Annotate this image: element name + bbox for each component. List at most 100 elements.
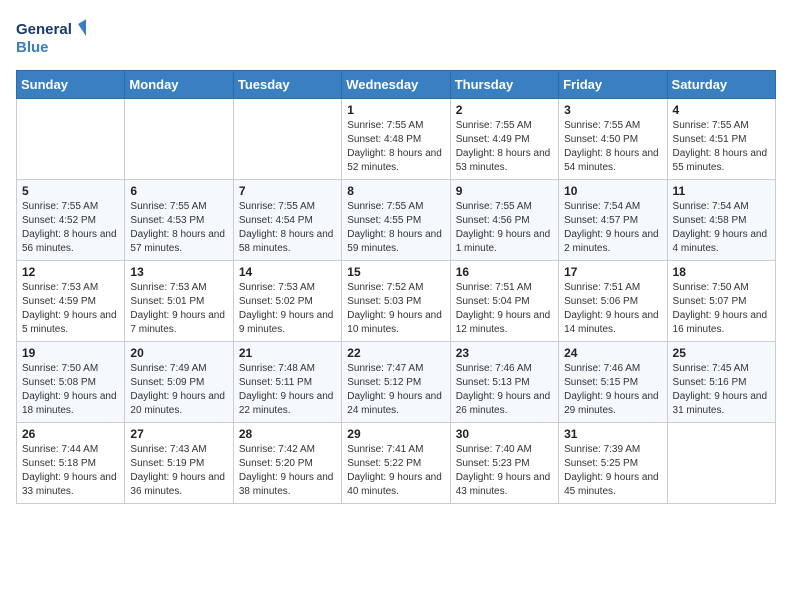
day-number: 27 bbox=[130, 427, 227, 441]
day-number: 9 bbox=[456, 184, 553, 198]
calendar-cell: 23 Sunrise: 7:46 AM Sunset: 5:13 PM Dayli… bbox=[450, 342, 558, 423]
day-info: Sunrise: 7:39 AM Sunset: 5:25 PM Dayligh… bbox=[564, 443, 661, 499]
day-info: Sunrise: 7:55 AM Sunset: 4:54 PM Dayligh… bbox=[239, 200, 336, 256]
day-of-week-header: Monday bbox=[125, 71, 233, 99]
day-number: 16 bbox=[456, 265, 553, 279]
day-number: 23 bbox=[456, 346, 553, 360]
page-header: General Blue bbox=[16, 16, 776, 60]
day-number: 12 bbox=[22, 265, 119, 279]
logo-svg: General Blue bbox=[16, 16, 86, 60]
day-number: 1 bbox=[347, 103, 444, 117]
calendar-cell: 27Sunrise: 7:43 AM Sunset: 5:19 PM Dayli… bbox=[125, 423, 233, 504]
day-number: 6 bbox=[130, 184, 227, 198]
calendar-cell: 20 Sunrise: 7:49 AM Sunset: 5:09 PM Dayli… bbox=[125, 342, 233, 423]
calendar-cell: 18 Sunrise: 7:50 AM Sunset: 5:07 PM Dayli… bbox=[667, 261, 775, 342]
calendar-cell: 28 Sunrise: 7:42 AM Sunset: 5:20 PM Dayli… bbox=[233, 423, 341, 504]
day-info: Sunrise: 7:50 AM Sunset: 5:08 PM Dayligh… bbox=[22, 362, 119, 418]
calendar-cell: 15 Sunrise: 7:52 AM Sunset: 5:03 PM Dayli… bbox=[342, 261, 450, 342]
svg-text:General: General bbox=[16, 21, 72, 38]
day-info: Sunrise: 7:50 AM Sunset: 5:07 PM Dayligh… bbox=[673, 281, 770, 337]
calendar-cell: 3Sunrise: 7:55 AM Sunset: 4:50 PM Daylig… bbox=[559, 99, 667, 180]
calendar-week-row: 12 Sunrise: 7:53 AM Sunset: 4:59 PM Dayli… bbox=[17, 261, 776, 342]
calendar-cell: 14 Sunrise: 7:53 AM Sunset: 5:02 PM Dayli… bbox=[233, 261, 341, 342]
day-number: 30 bbox=[456, 427, 553, 441]
calendar-cell: 12 Sunrise: 7:53 AM Sunset: 4:59 PM Dayli… bbox=[17, 261, 125, 342]
calendar-cell: 1 Sunrise: 7:55 AM Sunset: 4:48 PM Daylig… bbox=[342, 99, 450, 180]
calendar-cell: 4 Sunrise: 7:55 AM Sunset: 4:51 PM Daylig… bbox=[667, 99, 775, 180]
day-info: Sunrise: 7:45 AM Sunset: 5:16 PM Dayligh… bbox=[673, 362, 770, 418]
day-info: Sunrise: 7:55 AM Sunset: 4:51 PM Dayligh… bbox=[673, 119, 770, 175]
calendar-cell: 8 Sunrise: 7:55 AM Sunset: 4:55 PM Daylig… bbox=[342, 180, 450, 261]
calendar-cell: 2Sunrise: 7:55 AM Sunset: 4:49 PM Daylig… bbox=[450, 99, 558, 180]
day-info: Sunrise: 7:55 AM Sunset: 4:55 PM Dayligh… bbox=[347, 200, 444, 256]
day-number: 8 bbox=[347, 184, 444, 198]
day-info: Sunrise: 7:46 AM Sunset: 5:13 PM Dayligh… bbox=[456, 362, 553, 418]
day-info: Sunrise: 7:55 AM Sunset: 4:53 PM Dayligh… bbox=[130, 200, 227, 256]
calendar-cell: 9Sunrise: 7:55 AM Sunset: 4:56 PM Daylig… bbox=[450, 180, 558, 261]
calendar-cell bbox=[125, 99, 233, 180]
day-info: Sunrise: 7:55 AM Sunset: 4:52 PM Dayligh… bbox=[22, 200, 119, 256]
calendar-cell: 26 Sunrise: 7:44 AM Sunset: 5:18 PM Dayli… bbox=[17, 423, 125, 504]
calendar-week-row: 19Sunrise: 7:50 AM Sunset: 5:08 PM Dayli… bbox=[17, 342, 776, 423]
day-of-week-header: Saturday bbox=[667, 71, 775, 99]
day-info: Sunrise: 7:44 AM Sunset: 5:18 PM Dayligh… bbox=[22, 443, 119, 499]
day-number: 7 bbox=[239, 184, 336, 198]
calendar-cell: 21Sunrise: 7:48 AM Sunset: 5:11 PM Dayli… bbox=[233, 342, 341, 423]
day-info: Sunrise: 7:55 AM Sunset: 4:48 PM Dayligh… bbox=[347, 119, 444, 175]
day-number: 4 bbox=[673, 103, 770, 117]
day-number: 20 bbox=[130, 346, 227, 360]
day-number: 13 bbox=[130, 265, 227, 279]
calendar-table: SundayMondayTuesdayWednesdayThursdayFrid… bbox=[16, 70, 776, 504]
calendar-week-row: 26 Sunrise: 7:44 AM Sunset: 5:18 PM Dayli… bbox=[17, 423, 776, 504]
logo: General Blue bbox=[16, 16, 86, 60]
day-number: 24 bbox=[564, 346, 661, 360]
calendar-header-row: SundayMondayTuesdayWednesdayThursdayFrid… bbox=[17, 71, 776, 99]
calendar-cell: 16 Sunrise: 7:51 AM Sunset: 5:04 PM Dayli… bbox=[450, 261, 558, 342]
day-number: 5 bbox=[22, 184, 119, 198]
calendar-cell: 6 Sunrise: 7:55 AM Sunset: 4:53 PM Daylig… bbox=[125, 180, 233, 261]
calendar-cell: 10Sunrise: 7:54 AM Sunset: 4:57 PM Dayli… bbox=[559, 180, 667, 261]
calendar-cell: 29 Sunrise: 7:41 AM Sunset: 5:22 PM Dayli… bbox=[342, 423, 450, 504]
day-info: Sunrise: 7:42 AM Sunset: 5:20 PM Dayligh… bbox=[239, 443, 336, 499]
day-info: Sunrise: 7:49 AM Sunset: 5:09 PM Dayligh… bbox=[130, 362, 227, 418]
day-info: Sunrise: 7:52 AM Sunset: 5:03 PM Dayligh… bbox=[347, 281, 444, 337]
day-info: Sunrise: 7:53 AM Sunset: 5:02 PM Dayligh… bbox=[239, 281, 336, 337]
day-number: 10 bbox=[564, 184, 661, 198]
calendar-week-row: 1 Sunrise: 7:55 AM Sunset: 4:48 PM Daylig… bbox=[17, 99, 776, 180]
day-info: Sunrise: 7:46 AM Sunset: 5:15 PM Dayligh… bbox=[564, 362, 661, 418]
day-of-week-header: Tuesday bbox=[233, 71, 341, 99]
day-of-week-header: Wednesday bbox=[342, 71, 450, 99]
calendar-cell: 7 Sunrise: 7:55 AM Sunset: 4:54 PM Daylig… bbox=[233, 180, 341, 261]
day-of-week-header: Friday bbox=[559, 71, 667, 99]
day-info: Sunrise: 7:40 AM Sunset: 5:23 PM Dayligh… bbox=[456, 443, 553, 499]
day-info: Sunrise: 7:51 AM Sunset: 5:04 PM Dayligh… bbox=[456, 281, 553, 337]
calendar-cell bbox=[17, 99, 125, 180]
calendar-cell: 5 Sunrise: 7:55 AM Sunset: 4:52 PM Daylig… bbox=[17, 180, 125, 261]
day-number: 11 bbox=[673, 184, 770, 198]
calendar-cell: 25 Sunrise: 7:45 AM Sunset: 5:16 PM Dayli… bbox=[667, 342, 775, 423]
day-number: 31 bbox=[564, 427, 661, 441]
day-number: 15 bbox=[347, 265, 444, 279]
day-info: Sunrise: 7:41 AM Sunset: 5:22 PM Dayligh… bbox=[347, 443, 444, 499]
day-number: 28 bbox=[239, 427, 336, 441]
day-info: Sunrise: 7:51 AM Sunset: 5:06 PM Dayligh… bbox=[564, 281, 661, 337]
day-number: 29 bbox=[347, 427, 444, 441]
calendar-cell: 13Sunrise: 7:53 AM Sunset: 5:01 PM Dayli… bbox=[125, 261, 233, 342]
day-number: 18 bbox=[673, 265, 770, 279]
calendar-cell: 19Sunrise: 7:50 AM Sunset: 5:08 PM Dayli… bbox=[17, 342, 125, 423]
day-number: 22 bbox=[347, 346, 444, 360]
day-info: Sunrise: 7:53 AM Sunset: 4:59 PM Dayligh… bbox=[22, 281, 119, 337]
calendar-cell: 30 Sunrise: 7:40 AM Sunset: 5:23 PM Dayli… bbox=[450, 423, 558, 504]
calendar-cell bbox=[667, 423, 775, 504]
day-info: Sunrise: 7:54 AM Sunset: 4:58 PM Dayligh… bbox=[673, 200, 770, 256]
day-number: 21 bbox=[239, 346, 336, 360]
day-number: 26 bbox=[22, 427, 119, 441]
calendar-week-row: 5 Sunrise: 7:55 AM Sunset: 4:52 PM Daylig… bbox=[17, 180, 776, 261]
day-number: 17 bbox=[564, 265, 661, 279]
day-number: 25 bbox=[673, 346, 770, 360]
calendar-cell: 17 Sunrise: 7:51 AM Sunset: 5:06 PM Dayli… bbox=[559, 261, 667, 342]
day-number: 14 bbox=[239, 265, 336, 279]
day-number: 3 bbox=[564, 103, 661, 117]
day-number: 2 bbox=[456, 103, 553, 117]
day-info: Sunrise: 7:47 AM Sunset: 5:12 PM Dayligh… bbox=[347, 362, 444, 418]
